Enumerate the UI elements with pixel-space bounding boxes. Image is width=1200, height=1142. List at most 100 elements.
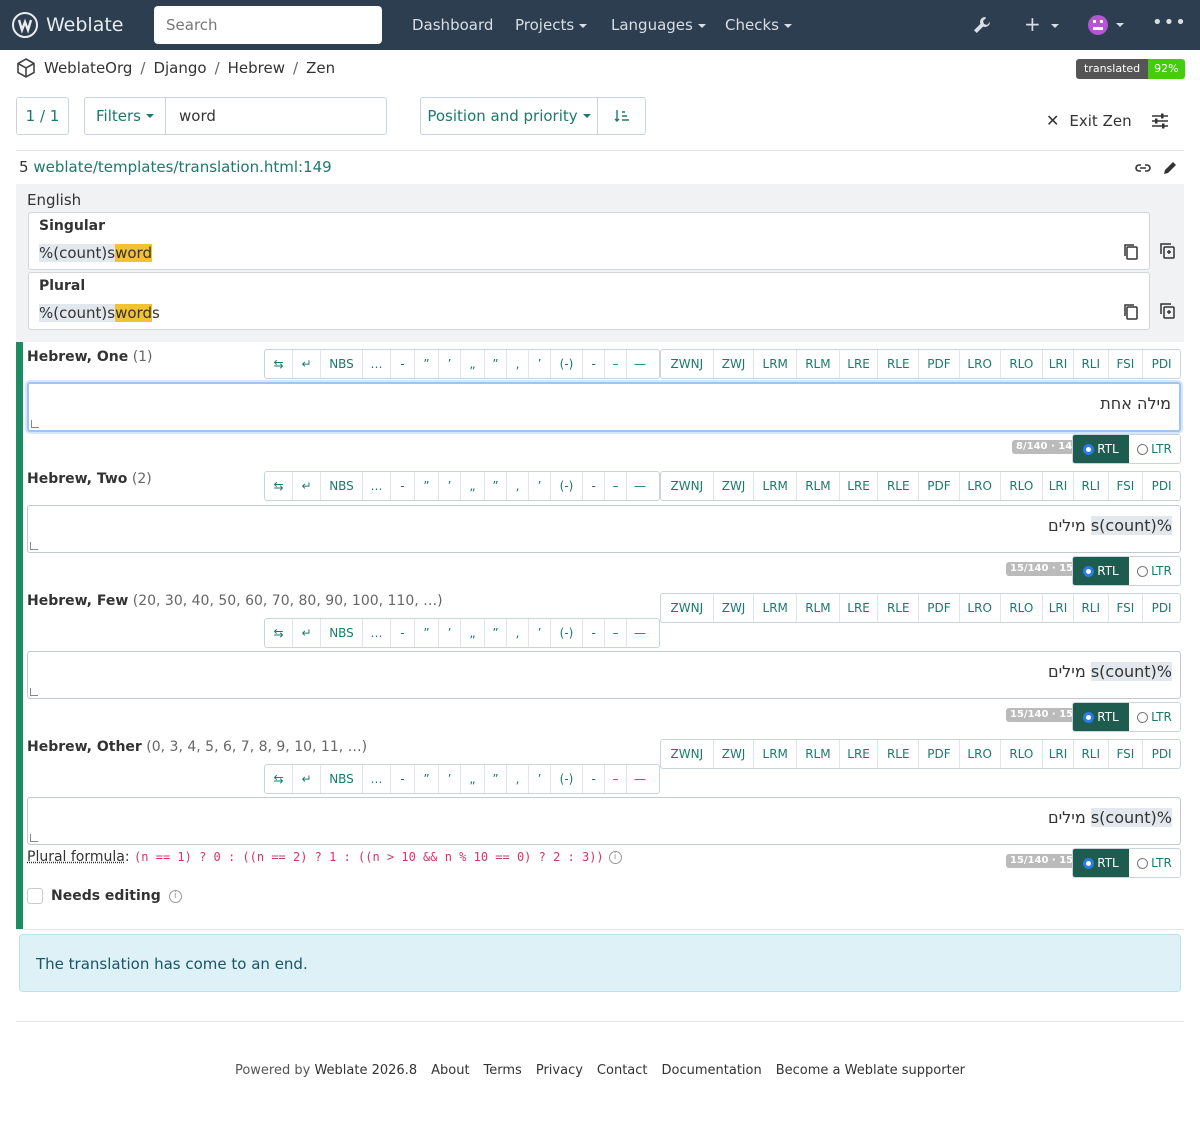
insert-direction-char-button[interactable]: RLI <box>1074 594 1109 622</box>
translation-textarea[interactable]: מילה אחת <box>27 382 1181 432</box>
sort-direction-button[interactable] <box>597 97 646 135</box>
insert-direction-char-button[interactable]: LRE <box>840 740 879 768</box>
insert-char-button[interactable]: ” <box>415 472 439 500</box>
insert-direction-char-button[interactable]: RLE <box>878 472 920 500</box>
insert-direction-char-button[interactable]: RLE <box>878 350 920 378</box>
resize-handle-icon[interactable] <box>30 542 38 550</box>
insert-char-button[interactable]: ” <box>415 619 439 647</box>
insert-char-button[interactable]: — <box>627 350 653 378</box>
insert-char-button[interactable]: - <box>391 765 415 793</box>
sort-dropdown[interactable]: Position and priority <box>420 97 598 135</box>
insert-char-button[interactable]: – <box>605 350 627 378</box>
insert-direction-char-button[interactable]: ZWNJ <box>661 350 714 378</box>
ltr-radio[interactable]: LTR <box>1129 557 1180 585</box>
insert-direction-char-button[interactable]: LRM <box>754 740 798 768</box>
insert-direction-char-button[interactable]: RLO <box>1001 350 1044 378</box>
insert-direction-char-button[interactable]: LRM <box>754 350 798 378</box>
exit-zen-button[interactable]: ✕ Exit Zen <box>1046 111 1132 130</box>
insert-char-button[interactable]: … <box>363 472 391 500</box>
insert-char-button[interactable]: (-) <box>551 765 583 793</box>
nav-languages[interactable]: Languages <box>611 16 706 34</box>
insert-char-button[interactable]: NBS <box>321 765 363 793</box>
source-location-link[interactable]: weblate/templates/translation.html:149 <box>33 158 331 176</box>
insert-char-button[interactable]: – <box>605 765 627 793</box>
insert-char-button[interactable]: - <box>583 472 605 500</box>
insert-char-button[interactable]: ” <box>485 619 507 647</box>
insert-char-button[interactable]: ’ <box>529 765 551 793</box>
insert-direction-char-button[interactable]: PDF <box>919 472 960 500</box>
insert-direction-char-button[interactable]: ZWJ <box>714 740 755 768</box>
insert-direction-char-button[interactable]: ZWJ <box>714 472 755 500</box>
insert-char-button[interactable]: - <box>391 619 415 647</box>
insert-direction-char-button[interactable]: RLI <box>1074 472 1109 500</box>
insert-direction-char-button[interactable]: LRO <box>960 350 1001 378</box>
insert-direction-char-button[interactable]: ZWNJ <box>661 740 714 768</box>
brand[interactable]: Weblate <box>12 12 123 38</box>
clone-to-translation-icon[interactable] <box>1159 242 1176 260</box>
footer-terms-link[interactable]: Terms <box>484 1063 522 1078</box>
insert-char-button[interactable]: - <box>391 472 415 500</box>
insert-direction-char-button[interactable]: LRO <box>960 740 1001 768</box>
resize-handle-icon[interactable] <box>30 834 38 842</box>
filters-dropdown[interactable]: Filters <box>84 97 166 135</box>
insert-char-button[interactable]: … <box>363 350 391 378</box>
insert-direction-char-button[interactable]: LRI <box>1043 350 1074 378</box>
insert-direction-char-button[interactable]: LRI <box>1043 594 1074 622</box>
user-menu[interactable] <box>1088 15 1124 35</box>
insert-direction-char-button[interactable]: RLO <box>1001 740 1044 768</box>
insert-char-button[interactable]: ↵ <box>293 765 321 793</box>
insert-char-button[interactable]: , <box>507 765 529 793</box>
insert-char-button[interactable]: … <box>363 765 391 793</box>
more-icon[interactable]: ••• <box>1152 12 1187 33</box>
insert-direction-char-button[interactable]: LRI <box>1043 740 1074 768</box>
nav-projects[interactable]: Projects <box>515 16 588 34</box>
insert-char-button[interactable]: ↵ <box>293 619 321 647</box>
insert-char-button[interactable]: NBS <box>321 619 363 647</box>
insert-char-button[interactable]: ’ <box>439 472 461 500</box>
insert-char-button[interactable]: (-) <box>551 472 583 500</box>
insert-char-button[interactable]: ’ <box>529 350 551 378</box>
breadcrumb-project-group[interactable]: WeblateOrg <box>44 59 132 77</box>
resize-handle-icon[interactable] <box>31 420 39 428</box>
rtl-radio[interactable]: RTL <box>1073 849 1129 877</box>
insert-char-button[interactable]: (-) <box>551 350 583 378</box>
insert-direction-char-button[interactable]: PDF <box>919 740 960 768</box>
footer-version-link[interactable]: Weblate 2026.8 <box>314 1063 417 1078</box>
insert-char-button[interactable]: - <box>583 765 605 793</box>
breadcrumb-project[interactable]: Django <box>153 59 206 77</box>
insert-direction-char-button[interactable]: LRE <box>840 594 879 622</box>
insert-direction-char-button[interactable]: LRM <box>754 594 798 622</box>
insert-char-button[interactable]: NBS <box>321 350 363 378</box>
insert-char-button[interactable]: , <box>507 472 529 500</box>
insert-char-button[interactable]: ” <box>415 765 439 793</box>
insert-char-button[interactable]: ” <box>415 350 439 378</box>
insert-char-button[interactable]: — <box>627 472 653 500</box>
insert-direction-char-button[interactable]: LRM <box>754 472 798 500</box>
insert-direction-char-button[interactable]: LRI <box>1043 472 1074 500</box>
insert-char-button[interactable]: — <box>627 619 653 647</box>
insert-char-button[interactable]: … <box>363 619 391 647</box>
insert-direction-char-button[interactable]: FSI <box>1109 594 1144 622</box>
insert-char-button[interactable]: ⇆ <box>265 765 293 793</box>
insert-direction-char-button[interactable]: PDI <box>1143 740 1180 768</box>
insert-char-button[interactable]: ’ <box>439 350 461 378</box>
copy-icon[interactable] <box>1123 303 1139 321</box>
insert-char-button[interactable]: ” <box>485 765 507 793</box>
insert-char-button[interactable]: ⇆ <box>265 472 293 500</box>
insert-direction-char-button[interactable]: ZWJ <box>714 594 755 622</box>
edit-pencil-icon[interactable] <box>1162 160 1178 176</box>
query-input[interactable]: word <box>165 97 387 135</box>
insert-char-button[interactable]: - <box>391 350 415 378</box>
status-badge[interactable]: translated 92% <box>1076 59 1185 79</box>
insert-char-button[interactable]: „ <box>461 765 485 793</box>
insert-direction-char-button[interactable]: RLE <box>878 594 920 622</box>
ltr-radio[interactable]: LTR <box>1129 703 1180 731</box>
search-input[interactable]: Search <box>154 6 382 44</box>
rtl-radio[interactable]: RTL <box>1073 703 1129 731</box>
insert-char-button[interactable]: ’ <box>439 765 461 793</box>
insert-direction-char-button[interactable]: PDF <box>919 350 960 378</box>
insert-char-button[interactable]: – <box>605 619 627 647</box>
insert-char-button[interactable]: ” <box>485 472 507 500</box>
insert-char-button[interactable]: ⇆ <box>265 350 293 378</box>
insert-char-button[interactable]: , <box>507 619 529 647</box>
